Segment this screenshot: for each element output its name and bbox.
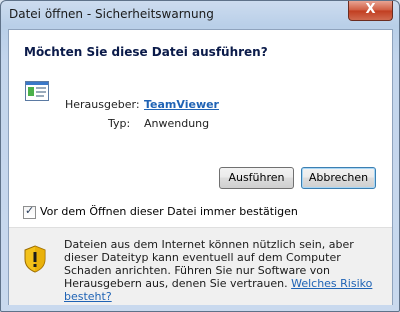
always-confirm-label[interactable]: Vor dem Öffnen dieser Datei immer bestät…: [40, 205, 298, 218]
warning-text: Dateien aus dem Internet können nützlich…: [64, 238, 384, 303]
application-icon: [25, 81, 49, 101]
cancel-button[interactable]: Abbrechen: [301, 167, 376, 189]
dialog-content: Möchten Sie diese Datei ausführen? Herau…: [8, 29, 393, 305]
warning-shield-icon: [23, 245, 47, 273]
close-button[interactable]: X: [348, 1, 393, 21]
title-bar[interactable]: Datei öffnen - Sicherheitswarnung X: [1, 1, 399, 27]
checkmark-icon: ✓: [25, 204, 35, 217]
type-label: Typ:: [108, 117, 131, 130]
type-value: Anwendung: [144, 117, 210, 130]
warning-area: Dateien aus dem Internet können nützlich…: [9, 227, 392, 305]
publisher-label: Herausgeber:: [65, 98, 140, 111]
always-confirm-checkbox[interactable]: ✓: [23, 204, 36, 219]
question-heading: Möchten Sie diese Datei ausführen?: [24, 45, 268, 59]
close-icon: X: [365, 2, 376, 17]
publisher-link[interactable]: TeamViewer: [144, 98, 219, 111]
window-title: Datei öffnen - Sicherheitswarnung: [9, 7, 214, 21]
security-warning-dialog: Datei öffnen - Sicherheitswarnung X Möch…: [0, 0, 400, 312]
run-button[interactable]: Ausführen: [219, 167, 294, 189]
